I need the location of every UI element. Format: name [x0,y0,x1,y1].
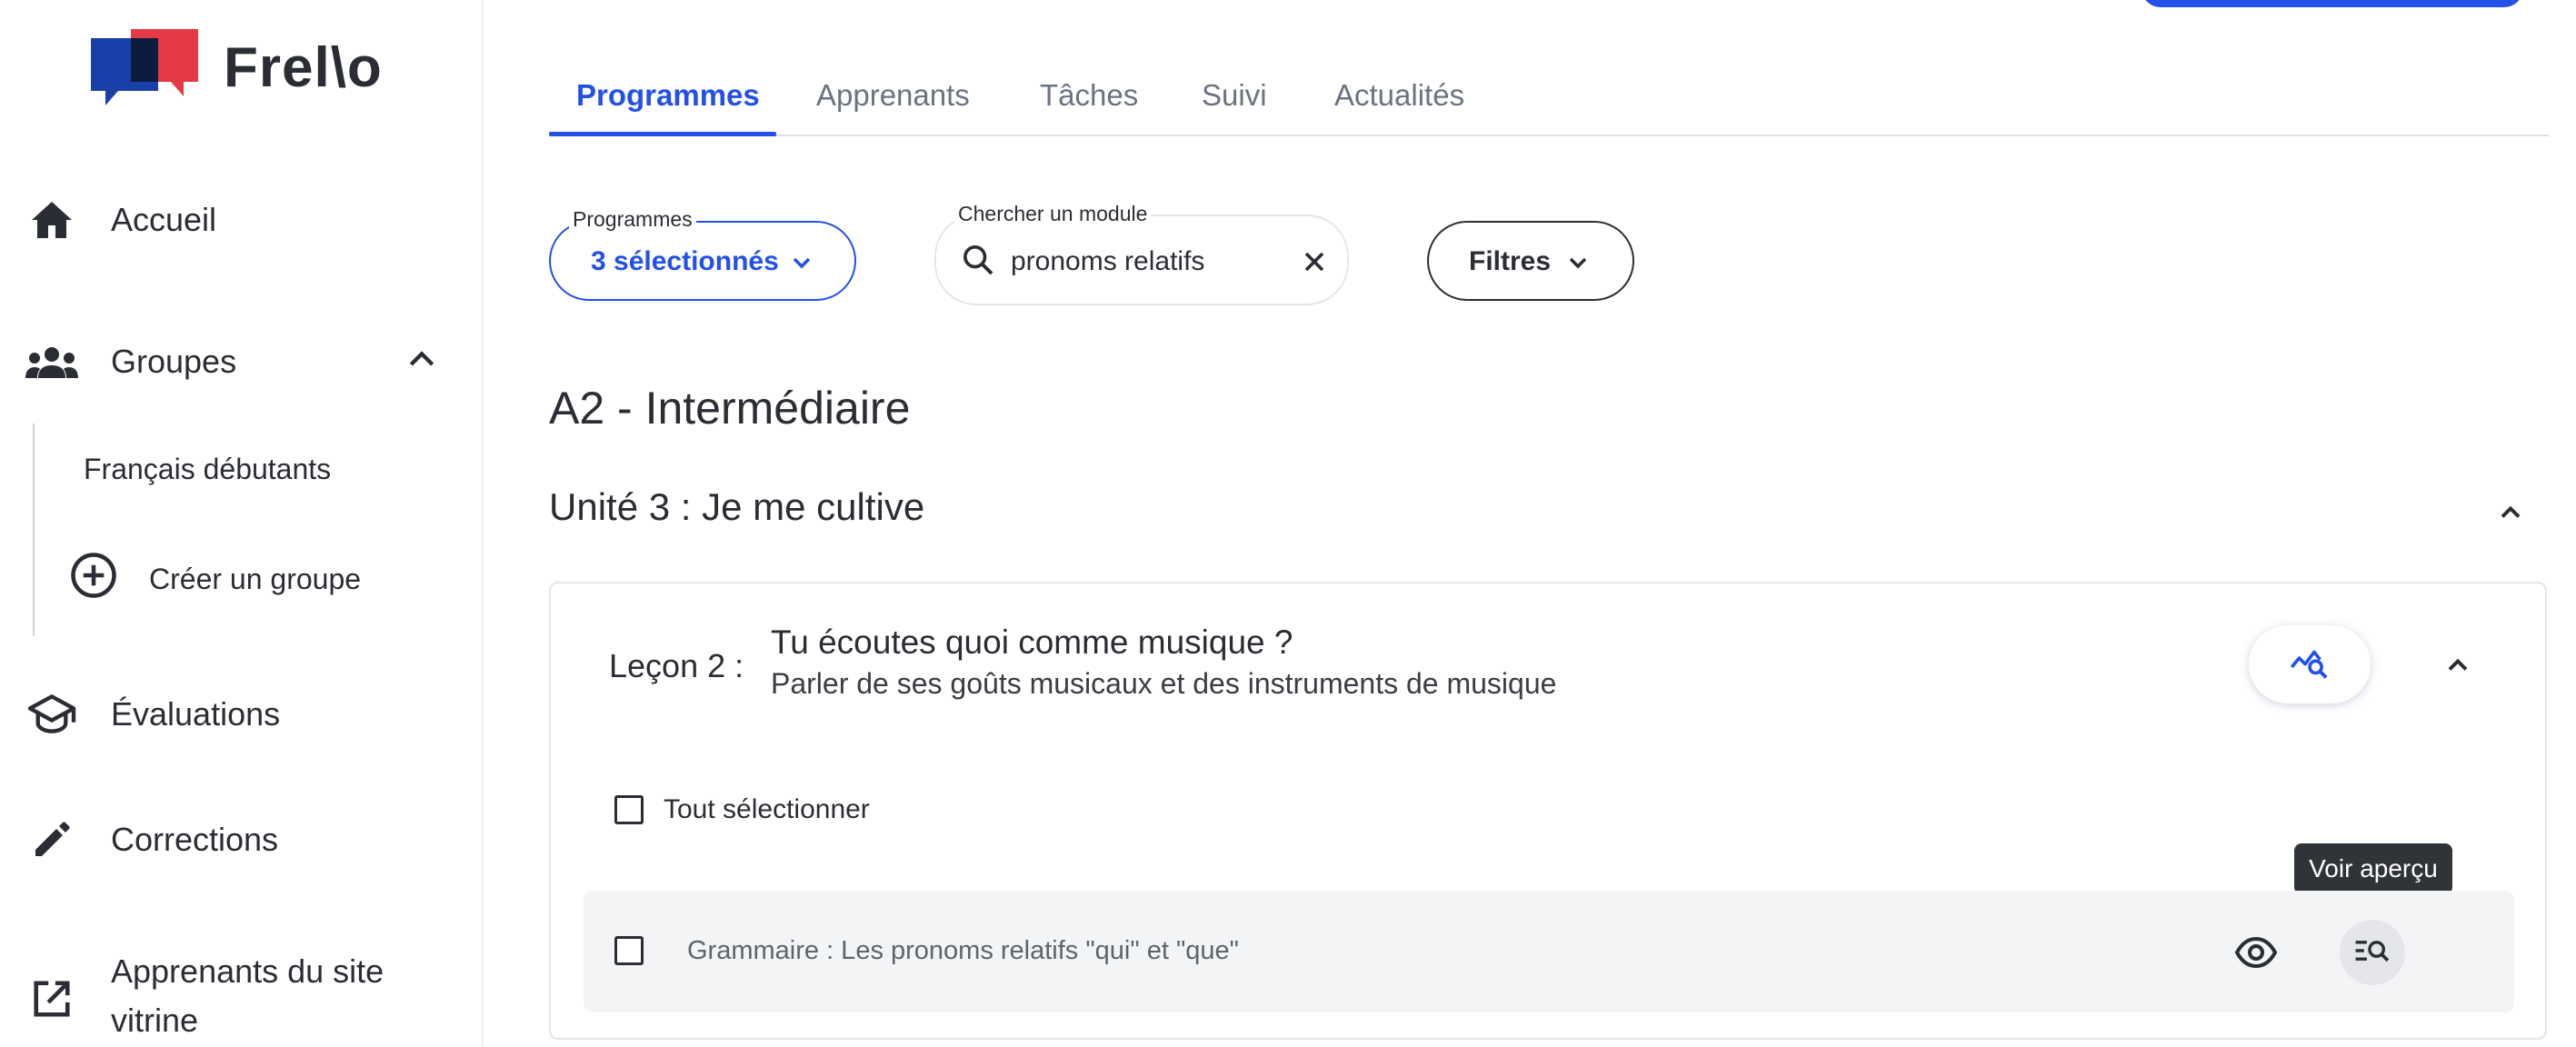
level-title: A2 - Intermédiaire [549,383,911,434]
module-search-legend: Chercher un module [954,202,1152,226]
lesson-card: Leçon 2 : Tu écoutes quoi comme musique … [549,582,2547,1040]
select-all-checkbox[interactable]: Tout sélectionner [614,794,870,825]
checkbox[interactable] [614,795,644,824]
preview-tooltip: Voir aperçu [2294,843,2452,894]
sidebar-item-label: Apprenants du site vitrine [111,952,384,1039]
add-circle-icon [69,551,118,607]
module-row[interactable]: Grammaire : Les pronoms relatifs "qui" e… [584,891,2514,1012]
pencil-icon [25,813,78,866]
list-search-icon [2354,936,2391,970]
clear-search-icon[interactable] [1298,245,1331,283]
sidebar: Frel\o Accueil Groupes Français débutant… [0,0,484,1047]
app-logo[interactable]: Frel\o [87,25,383,109]
unit-title: Unité 3 : Je me cultive [549,485,925,528]
sidebar-item-apprenants-site-vitrine[interactable]: Apprenants du site vitrine [0,938,484,1047]
groups-tree-line [33,424,35,636]
sidebar-item-evaluations[interactable]: Évaluations [0,687,484,742]
module-checkbox[interactable] [614,936,644,965]
programmes-select-legend: Programmes [569,207,696,232]
logo-icon [91,29,198,105]
tab-suivi[interactable]: Suivi [1202,78,1267,113]
external-link-icon [25,972,78,1025]
sidebar-item-label: Groupes [111,343,237,380]
chart-search-icon [2289,645,2331,684]
lesson-title: Tu écoutes quoi comme musique ? [771,623,1293,661]
eye-icon[interactable] [2234,931,2278,979]
sidebar-item-corrections[interactable]: Corrections [0,813,484,867]
tab-taches[interactable]: Tâches [1040,78,1138,113]
chevron-up-icon[interactable] [2494,496,2527,533]
filters-button[interactable]: Filtres [1427,221,1634,301]
primary-action-button[interactable] [2142,0,2523,7]
chevron-down-icon [1563,248,1593,282]
preview-button[interactable] [2340,920,2405,985]
active-tab-indicator [549,132,776,136]
search-icon [960,242,996,283]
module-label: Grammaire : Les pronoms relatifs "qui" e… [687,936,1239,965]
module-search-field[interactable]: Chercher un module [934,202,1349,305]
programmes-select-value: 3 sélectionnés [591,246,779,276]
sidebar-item-accueil[interactable]: Accueil [0,193,484,247]
graduation-cap-icon [25,688,78,741]
app-name: Frel\o [224,35,383,99]
tab-apprenants[interactable]: Apprenants [816,78,970,113]
search-input[interactable] [1011,244,1265,280]
lesson-number: Leçon 2 : [609,647,744,684]
tab-bar: Programmes Apprenants Tâches Suivi Actua… [549,69,2549,136]
lesson-stats-button[interactable] [2249,625,2371,703]
chevron-up-icon[interactable] [404,342,440,383]
groups-icon [25,335,78,388]
create-group-label: Créer un groupe [149,562,362,595]
select-all-label: Tout sélectionner [664,794,870,824]
chevron-up-icon[interactable] [2441,649,2474,686]
lesson-subtitle: Parler de ses goûts musicaux et des inst… [771,667,1557,700]
group-item-francais-debutants[interactable]: Français débutants [84,453,331,486]
tab-programmes[interactable]: Programmes [576,78,760,113]
sidebar-item-label: Corrections [111,821,279,858]
sidebar-item-label: Accueil [111,201,217,238]
sidebar-item-label: Évaluations [111,695,281,733]
sidebar-item-groupes[interactable]: Groupes [0,334,484,389]
home-icon [25,194,78,246]
tab-actualites[interactable]: Actualités [1334,78,1464,113]
create-group-button[interactable]: Créer un groupe [69,551,361,607]
programmes-select[interactable]: Programmes 3 sélectionnés [549,207,856,301]
filters-label: Filtres [1469,246,1552,276]
chevron-down-icon [787,248,816,282]
